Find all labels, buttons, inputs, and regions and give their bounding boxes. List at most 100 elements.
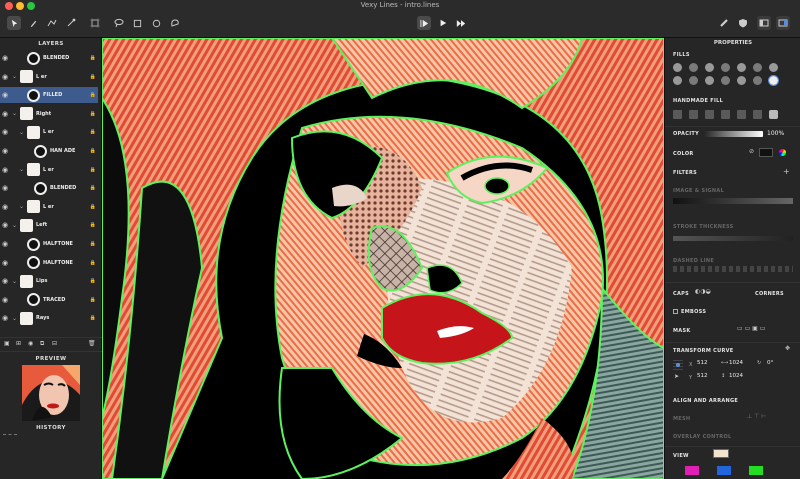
caps-options-icon[interactable]: ◐◑◒	[695, 288, 711, 295]
eyedropper-icon[interactable]: ⊘	[749, 148, 754, 155]
visibility-icon[interactable]: ◉	[2, 73, 9, 81]
fill-type-button[interactable]	[705, 76, 714, 85]
shape-icon[interactable]	[168, 16, 182, 30]
lock-icon[interactable]: 🔒	[90, 74, 96, 80]
group-icon[interactable]: ⊟	[52, 340, 57, 347]
visibility-icon[interactable]: ◉	[2, 277, 9, 285]
lock-icon[interactable]: 🔒	[90, 148, 96, 154]
lock-icon[interactable]: 🔒	[90, 278, 96, 284]
layer-row[interactable]: ◉ ⌄ Rays 🔒	[0, 310, 98, 326]
fill-type-button[interactable]	[705, 63, 714, 72]
color-swatch[interactable]	[759, 148, 773, 157]
lock-icon[interactable]: 🔒	[90, 111, 96, 117]
play-frame-icon[interactable]	[417, 16, 431, 30]
pointer-icon[interactable]: ➤	[674, 373, 679, 380]
visibility-icon[interactable]: ◉	[2, 110, 9, 118]
lock-icon[interactable]: 🔒	[90, 297, 96, 303]
fill-type-button[interactable]	[753, 76, 762, 85]
visibility-icon[interactable]: ◉	[2, 314, 9, 322]
fill-type-button[interactable]	[673, 76, 682, 85]
visibility-icon[interactable]: ◉	[2, 166, 9, 174]
visibility-icon[interactable]: ◉	[2, 203, 9, 211]
x-field[interactable]: 512	[697, 360, 719, 369]
layer-row[interactable]: ◉ HALFTONE 🔒	[0, 236, 98, 252]
handmade-fill-button[interactable]	[705, 110, 714, 119]
layer-row[interactable]: ◉ ⌄ Left 🔒	[0, 217, 98, 233]
add-layer-icon[interactable]: ⊞	[16, 340, 21, 347]
layer-row[interactable]: ◉ HALFTONE 🔒	[0, 255, 98, 271]
lasso-icon[interactable]	[112, 16, 126, 30]
fill-type-button[interactable]	[721, 76, 730, 85]
pencil-icon[interactable]	[26, 16, 40, 30]
chevron-down-icon[interactable]: ⌄	[19, 129, 24, 136]
chevron-down-icon[interactable]: ⌄	[12, 110, 17, 117]
chevron-down-icon[interactable]: ⌄	[12, 222, 17, 229]
shield-icon[interactable]	[736, 16, 750, 30]
emboss-checkbox[interactable]	[673, 309, 678, 314]
swatch-magenta[interactable]	[685, 466, 699, 475]
visibility-icon[interactable]: ◉	[2, 128, 9, 136]
lock-icon[interactable]: 🔒	[90, 167, 96, 173]
lock-icon[interactable]: 🔒	[90, 241, 96, 247]
visibility-icon[interactable]: ◉	[2, 91, 9, 99]
canvas[interactable]	[102, 38, 664, 479]
visibility-icon[interactable]: ◉	[2, 184, 9, 192]
fill-type-button[interactable]	[689, 63, 698, 72]
toggle-left-panel-icon[interactable]	[757, 16, 771, 30]
fill-type-button[interactable]	[737, 76, 746, 85]
lock-icon[interactable]: 🔒	[90, 222, 96, 228]
chevron-down-icon[interactable]: ⌄	[12, 315, 17, 322]
lock-icon[interactable]: 🔒	[90, 185, 96, 191]
fill-type-button[interactable]	[737, 63, 746, 72]
select-icon[interactable]	[7, 16, 21, 30]
visibility-icon[interactable]: ◉	[2, 221, 9, 229]
layer-row[interactable]: ◉ BLENDED 🔒	[0, 180, 98, 196]
move-icon[interactable]: ✥	[785, 345, 790, 352]
thickness-slider[interactable]	[673, 236, 793, 241]
trash-icon[interactable]: 🗑	[88, 340, 96, 347]
chevron-down-icon[interactable]: ⌄	[12, 278, 17, 285]
toggle-right-panel-icon[interactable]	[776, 16, 790, 30]
node-icon[interactable]	[64, 16, 78, 30]
anchor-grid-icon[interactable]	[673, 360, 683, 370]
layer-row[interactable]: ◉ HAN ADE 🔒	[0, 143, 98, 159]
chevron-down-icon[interactable]: ⌄	[19, 166, 24, 173]
color-wheel-icon[interactable]	[779, 149, 786, 156]
align-icons[interactable]: ⊥ ⊤ ⊢	[747, 413, 767, 420]
image-icon[interactable]: ▣	[4, 340, 10, 347]
lock-icon[interactable]: 🔒	[90, 204, 96, 210]
layer-row[interactable]: ◉ ⌄ L er 🔒	[0, 69, 98, 85]
visibility-icon[interactable]: ◉	[2, 296, 9, 304]
history-entry[interactable]	[3, 434, 17, 435]
swatch-blue[interactable]	[717, 466, 731, 475]
fill-type-button[interactable]	[769, 63, 778, 72]
y-field[interactable]: 512	[697, 373, 719, 382]
layer-row[interactable]: ◉ ⌄ Right 🔒	[0, 106, 98, 122]
handmade-fill-button[interactable]	[753, 110, 762, 119]
dashed-line-preview[interactable]	[673, 266, 793, 272]
handmade-fill-button[interactable]	[673, 110, 682, 119]
fill-type-button[interactable]	[689, 76, 698, 85]
ellipse-icon[interactable]	[149, 16, 163, 30]
layer-row[interactable]: ◉ BLENDED 🔒	[0, 50, 98, 66]
layer-row[interactable]: ◉ ⌄ Lips 🔒	[0, 273, 98, 289]
play-icon[interactable]	[436, 16, 450, 30]
swatch-green[interactable]	[749, 466, 763, 475]
handmade-fill-button[interactable]	[689, 110, 698, 119]
chevron-down-icon[interactable]: ⌄	[19, 203, 24, 210]
ruler-icon[interactable]	[717, 16, 731, 30]
signal-slider[interactable]	[673, 198, 793, 204]
handmade-fill-button[interactable]	[721, 110, 730, 119]
visibility-icon[interactable]: ◉	[2, 147, 9, 155]
frame-icon[interactable]	[88, 16, 102, 30]
height-field[interactable]: 1024	[729, 373, 751, 382]
preview-thumbnail[interactable]	[22, 365, 80, 421]
new-fill-icon[interactable]: ◉	[28, 340, 33, 347]
fill-type-button[interactable]	[768, 75, 779, 86]
fill-type-button[interactable]	[673, 63, 682, 72]
visibility-icon[interactable]: ◉	[2, 240, 9, 248]
pen-icon[interactable]	[45, 16, 59, 30]
angle-field[interactable]: 0°	[767, 360, 789, 369]
layer-row[interactable]: ◉ ⌄ L er 🔒	[0, 199, 98, 215]
layer-row[interactable]: ◉ ⌄ L er 🔒	[0, 162, 98, 178]
